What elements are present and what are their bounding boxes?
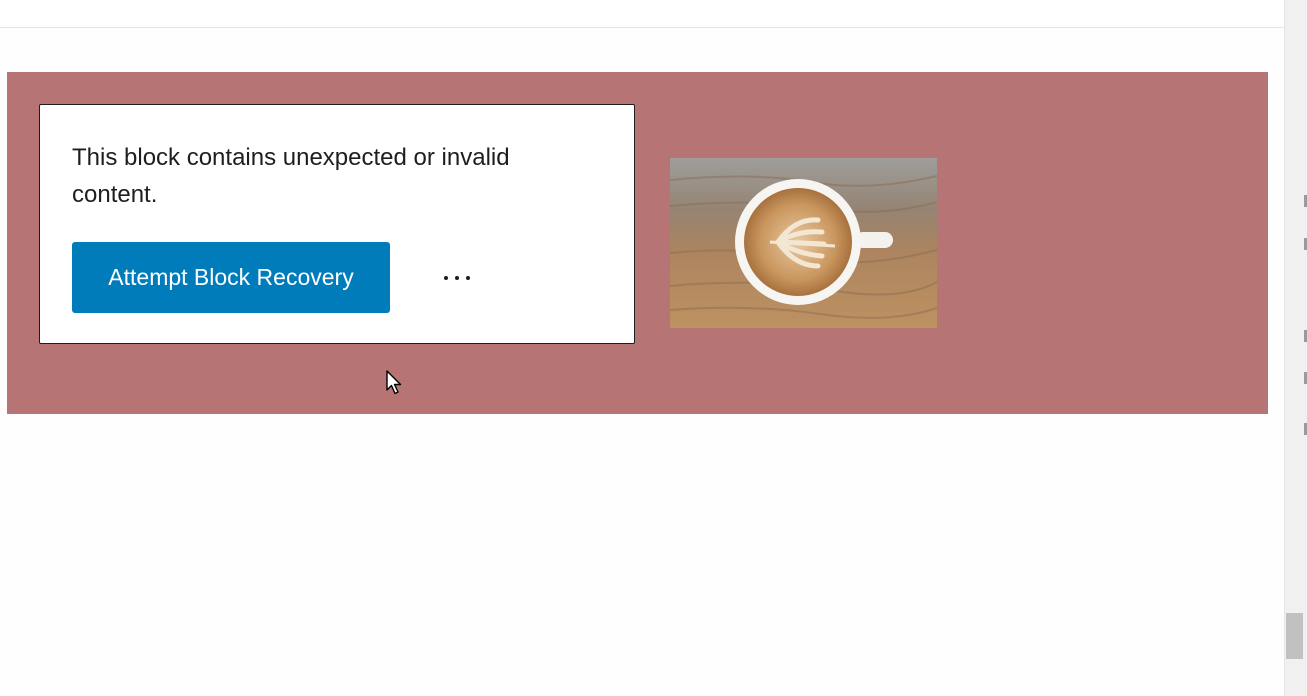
more-options-button[interactable] — [432, 255, 482, 299]
columns-block[interactable]: This block contains unexpected or invali… — [7, 72, 1268, 414]
warning-message: This block contains unexpected or invali… — [72, 144, 510, 208]
editor-top-bar — [0, 0, 1284, 28]
mouse-pointer-icon — [386, 370, 402, 395]
attempt-block-recovery-button[interactable]: Attempt Block Recovery — [72, 242, 390, 313]
coffee-image[interactable] — [670, 158, 937, 328]
scrollbar-thumb[interactable] — [1286, 613, 1303, 659]
invalid-block-warning: This block contains unexpected or invali… — [39, 104, 635, 344]
vertical-scrollbar[interactable] — [1284, 0, 1307, 696]
